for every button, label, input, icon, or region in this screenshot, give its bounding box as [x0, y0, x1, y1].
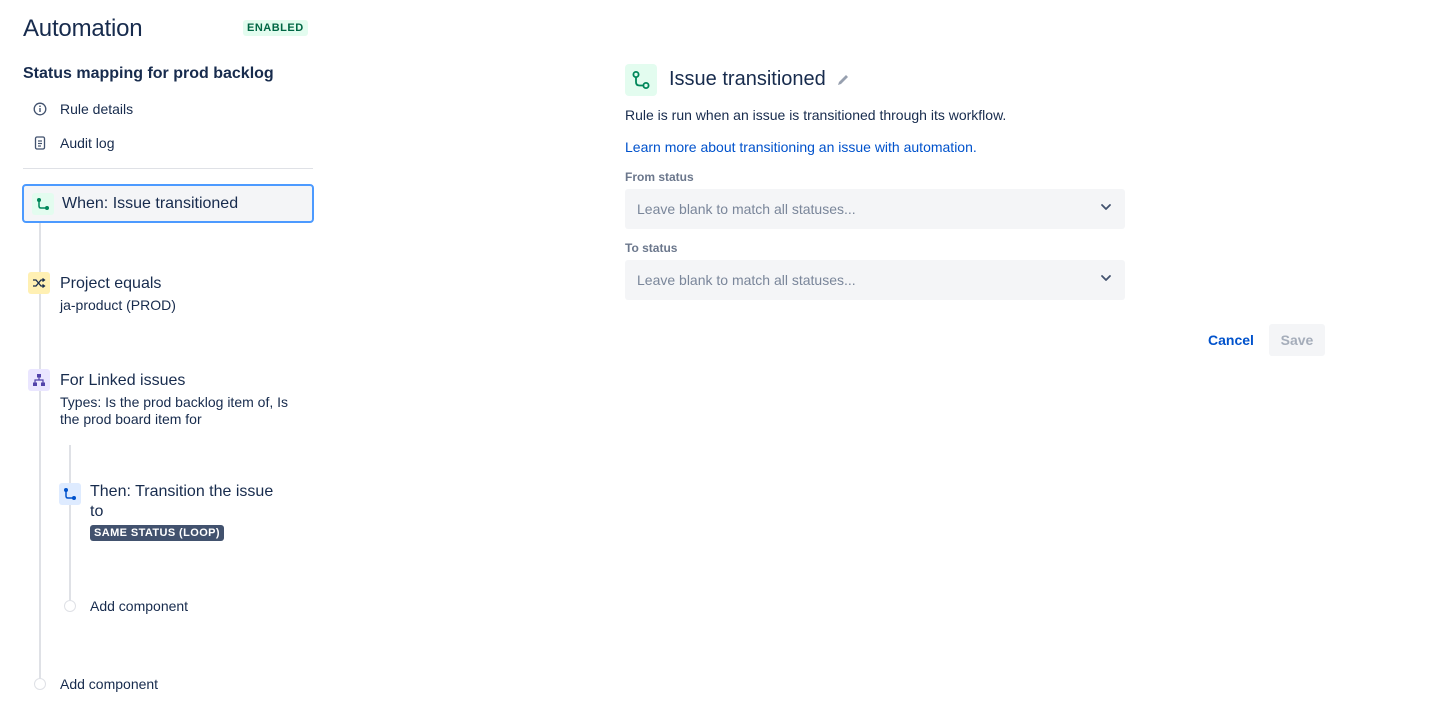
audit-log-link[interactable]: Audit log — [32, 132, 114, 154]
transition-icon — [59, 483, 81, 505]
save-button[interactable]: Save — [1269, 324, 1325, 356]
branch-subtitle: Types: Is the prod backlog item of, Is t… — [60, 394, 288, 427]
learn-more-link[interactable]: Learn more about transitioning an issue … — [625, 139, 977, 155]
status-lozenge: SAME STATUS (LOOP) — [90, 525, 224, 541]
document-icon — [32, 135, 48, 151]
chevron-down-icon — [1099, 200, 1113, 219]
branch-icon-wrap — [28, 369, 50, 391]
action-icon-wrap — [59, 483, 81, 505]
shuffle-icon — [28, 272, 50, 294]
divider — [23, 168, 313, 169]
from-status-placeholder: Leave blank to match all statuses... — [637, 201, 856, 217]
rule-details-label: Rule details — [60, 101, 134, 117]
branch-component[interactable]: For Linked issues Types: Is the prod bac… — [60, 371, 305, 428]
condition-icon-wrap — [28, 272, 50, 294]
add-component-dot — [34, 678, 46, 690]
pencil-icon[interactable] — [835, 72, 851, 88]
branch-title: For Linked issues — [60, 372, 186, 389]
condition-component[interactable]: Project equals ja-product (PROD) — [60, 274, 310, 314]
status-badge: ENABLED — [243, 20, 308, 36]
trigger-label: When: Issue transitioned — [62, 194, 239, 212]
transition-icon — [32, 192, 54, 215]
to-status-select[interactable]: Leave blank to match all statuses... — [625, 260, 1125, 300]
action-component[interactable]: Then: Transition the issue to SAME STATU… — [90, 482, 290, 541]
condition-title: Project equals — [60, 275, 162, 292]
condition-subtitle: ja-product (PROD) — [60, 297, 176, 313]
branch-timeline-line — [69, 445, 71, 600]
chevron-down-icon — [1099, 271, 1113, 290]
to-status-label: To status — [625, 241, 678, 255]
from-status-label: From status — [625, 170, 694, 184]
page-title: Automation — [23, 15, 143, 42]
add-component-outer-button[interactable]: Add component — [60, 676, 158, 692]
audit-log-label: Audit log — [60, 135, 115, 151]
to-status-placeholder: Leave blank to match all statuses... — [637, 272, 856, 288]
add-component-dot — [64, 600, 76, 612]
transition-icon — [625, 64, 657, 96]
rule-details-link[interactable]: Rule details — [32, 98, 133, 120]
panel-description: Rule is run when an issue is transitione… — [625, 107, 1007, 123]
cancel-button[interactable]: Cancel — [1199, 324, 1263, 356]
trigger-component[interactable]: When: Issue transitioned — [22, 184, 314, 223]
info-icon — [32, 101, 48, 117]
rule-name: Status mapping for prod backlog — [23, 65, 274, 82]
hierarchy-icon — [28, 369, 50, 391]
add-component-inner-button[interactable]: Add component — [90, 598, 188, 614]
from-status-select[interactable]: Leave blank to match all statuses... — [625, 189, 1125, 229]
panel-title: Issue transitioned — [669, 68, 826, 90]
action-title: Then: Transition the issue to — [90, 483, 274, 520]
